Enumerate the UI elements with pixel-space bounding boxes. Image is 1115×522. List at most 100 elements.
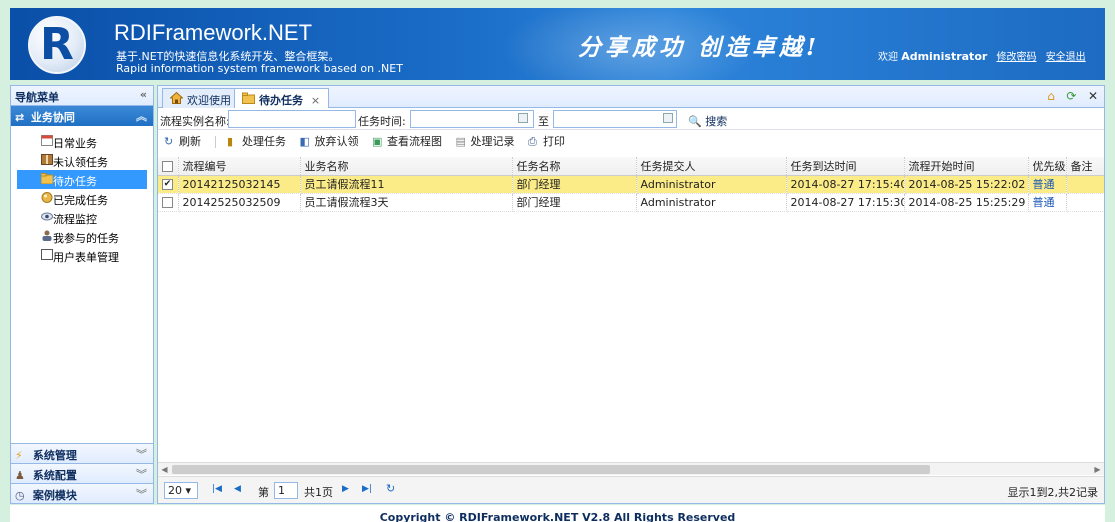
chart-icon: ▣ — [372, 135, 383, 148]
next-page-icon[interactable]: ▶ — [342, 484, 349, 494]
sidebar-item-label: 日常业务 — [53, 137, 97, 150]
select-all-checkbox[interactable] — [162, 160, 173, 172]
table-cell — [1066, 193, 1104, 212]
refresh-button[interactable]: ↻ 刷新 — [164, 133, 201, 149]
process-task-button[interactable]: ▮ 处理任务 — [227, 133, 286, 149]
tab-welcome[interactable]: 欢迎使用 — [162, 88, 240, 108]
table-cell — [1066, 175, 1104, 194]
page-size-value: 20 — [168, 484, 182, 497]
table-row[interactable]: 20142525032509 员工请假流程3天 部门经理 Administrat… — [158, 193, 1104, 212]
book-icon — [41, 154, 53, 165]
task-table: 流程编号 业务名称 任务名称 任务提交人 任务到达时间 流程开始时间 优先级 备… — [158, 157, 1104, 212]
calendar-icon[interactable] — [663, 113, 673, 123]
sidebar-item-completed-tasks[interactable]: 已完成任务 — [11, 189, 153, 208]
tab-pending-tasks[interactable]: 待办任务 × — [234, 88, 330, 109]
folder-icon — [242, 92, 255, 104]
logout-link[interactable]: 安全退出 — [1046, 52, 1086, 63]
chevron-up-icon[interactable]: ︽ — [136, 108, 147, 124]
abandon-claim-label: 放弃认领 — [314, 135, 359, 148]
sidebar-group-label: 案例模块 — [32, 489, 77, 502]
sidebar-group-case-module[interactable]: ◷ 案例模块 ︾ — [11, 483, 153, 503]
refresh-icon[interactable]: ⟳ — [1066, 89, 1076, 103]
row-checkbox[interactable]: ✔ — [162, 179, 173, 190]
home-icon[interactable]: ⌂ — [1047, 89, 1055, 103]
sidebar-item-pending-tasks[interactable]: 待办任务 — [17, 170, 147, 189]
welcome-text: 欢迎 — [878, 52, 898, 63]
printer-icon: ⎙ — [528, 135, 537, 148]
bolt-icon: ⚡ — [15, 449, 23, 462]
horizontal-scrollbar[interactable]: ◀ ▶ — [158, 462, 1104, 475]
table-cell: 2014-08-27 17:15:30 — [786, 193, 905, 212]
table-cell: 20142525032509 — [178, 193, 301, 212]
column-header[interactable]: 任务名称 — [512, 157, 637, 176]
search-button-label: 搜索 — [705, 115, 728, 128]
calendar-icon[interactable] — [518, 113, 528, 123]
user-bar: 欢迎 Administrator 修改密码 安全退出 — [878, 48, 1086, 63]
sidebar-item-my-tasks[interactable]: 我参与的任务 — [11, 227, 153, 246]
sidebar-item-process-monitor[interactable]: 流程监控 — [11, 208, 153, 227]
collapse-sidebar-icon[interactable]: « — [140, 88, 147, 101]
table-cell: 2014-08-27 17:15:40 — [786, 175, 905, 194]
process-records-label: 处理记录 — [470, 135, 515, 148]
column-header[interactable]: 任务提交人 — [636, 157, 787, 176]
last-page-icon[interactable]: ▶| — [362, 484, 372, 494]
toolbar-separator — [214, 136, 216, 148]
process-name-input[interactable] — [228, 110, 356, 128]
sidebar-group-system-config[interactable]: ♟ 系统配置 ︾ — [11, 463, 153, 483]
process-records-button[interactable]: ▤ 处理记录 — [456, 133, 515, 149]
print-button[interactable]: ⎙ 打印 — [528, 133, 565, 149]
home-icon — [170, 92, 183, 104]
refresh-icon[interactable]: ↻ — [386, 482, 395, 495]
sidebar-item-daily-business[interactable]: 日常业务 — [11, 132, 153, 151]
scrollbar-thumb[interactable] — [172, 465, 930, 474]
chevron-down-icon[interactable]: ︾ — [136, 466, 147, 482]
refresh-icon: ↻ — [164, 135, 174, 148]
column-header[interactable]: 业务名称 — [300, 157, 513, 176]
task-time-to-input[interactable] — [553, 110, 677, 128]
view-chart-button[interactable]: ▣ 查看流程图 — [372, 133, 442, 149]
sidebar-group-business[interactable]: ⇄ 业务协同 ︽ — [11, 106, 153, 126]
table-cell: 2014-08-25 15:25:29 — [904, 193, 1029, 212]
prev-page-icon[interactable]: ◀ — [234, 484, 241, 494]
page-number-input[interactable]: 1 — [274, 482, 298, 499]
tab-label: 欢迎使用 — [187, 94, 231, 107]
close-icon[interactable]: ✕ — [1088, 89, 1098, 103]
action-toolbar: ↻ 刷新 ▮ 处理任务 ◧ 放弃认领 ▣ 查看流程图 ▤ 处理记录 ⎙ 打印 — [158, 130, 1104, 150]
page-size-select[interactable]: 20 ▾ — [164, 482, 198, 499]
column-header[interactable]: 任务到达时间 — [786, 157, 905, 176]
app-header: R RDIFramework.NET 基于.NET的快速信息化系统开发、整合框架… — [10, 8, 1105, 80]
abandon-claim-button[interactable]: ◧ 放弃认领 — [300, 133, 359, 149]
close-tab-icon[interactable]: × — [311, 94, 320, 107]
search-button[interactable]: 🔍 搜索 — [688, 113, 727, 129]
table-header: 流程编号 业务名称 任务名称 任务提交人 任务到达时间 流程开始时间 优先级 备… — [158, 157, 1104, 176]
box-icon — [41, 192, 53, 203]
table-cell: Administrator — [636, 175, 787, 194]
sidebar-group-system-management[interactable]: ⚡ 系统管理 ︾ — [11, 443, 153, 463]
task-time-from-input[interactable] — [410, 110, 534, 128]
chevron-down-icon[interactable]: ︾ — [136, 486, 147, 502]
sidebar-item-user-form-management[interactable]: 用户表单管理 — [11, 246, 153, 265]
column-header[interactable]: 流程编号 — [178, 157, 301, 176]
column-header[interactable]: 优先级 — [1028, 157, 1067, 176]
table-cell: Administrator — [636, 193, 787, 212]
sidebar-title: 导航菜单 — [15, 91, 59, 104]
row-checkbox[interactable] — [162, 197, 173, 208]
first-page-icon[interactable]: |◀ — [212, 484, 222, 494]
eye-icon — [41, 212, 53, 221]
scroll-right-icon[interactable]: ▶ — [1091, 463, 1104, 476]
sidebar-item-unclaimed-tasks[interactable]: 未认领任务 — [11, 151, 153, 170]
page-prefix: 第 — [258, 486, 269, 499]
scroll-left-icon[interactable]: ◀ — [158, 463, 171, 476]
sidebar-bottom-groups: ⚡ 系统管理 ︾ ♟ 系统配置 ︾ ◷ 案例模块 ︾ — [11, 443, 153, 503]
sidebar-item-label: 未认领任务 — [53, 156, 108, 169]
column-header[interactable]: 备注 — [1066, 157, 1104, 176]
change-password-link[interactable]: 修改密码 — [997, 52, 1037, 63]
print-label: 打印 — [543, 135, 565, 148]
to-label: 至 — [538, 115, 549, 128]
column-header[interactable]: 流程开始时间 — [904, 157, 1029, 176]
records-icon: ▤ — [455, 135, 466, 148]
table-row[interactable]: ✔ 20142125032145 员工请假流程11 部门经理 Administr… — [158, 175, 1104, 194]
table-cell: 员工请假流程11 — [300, 175, 513, 194]
users-icon — [42, 230, 52, 241]
chevron-down-icon[interactable]: ︾ — [136, 446, 147, 462]
